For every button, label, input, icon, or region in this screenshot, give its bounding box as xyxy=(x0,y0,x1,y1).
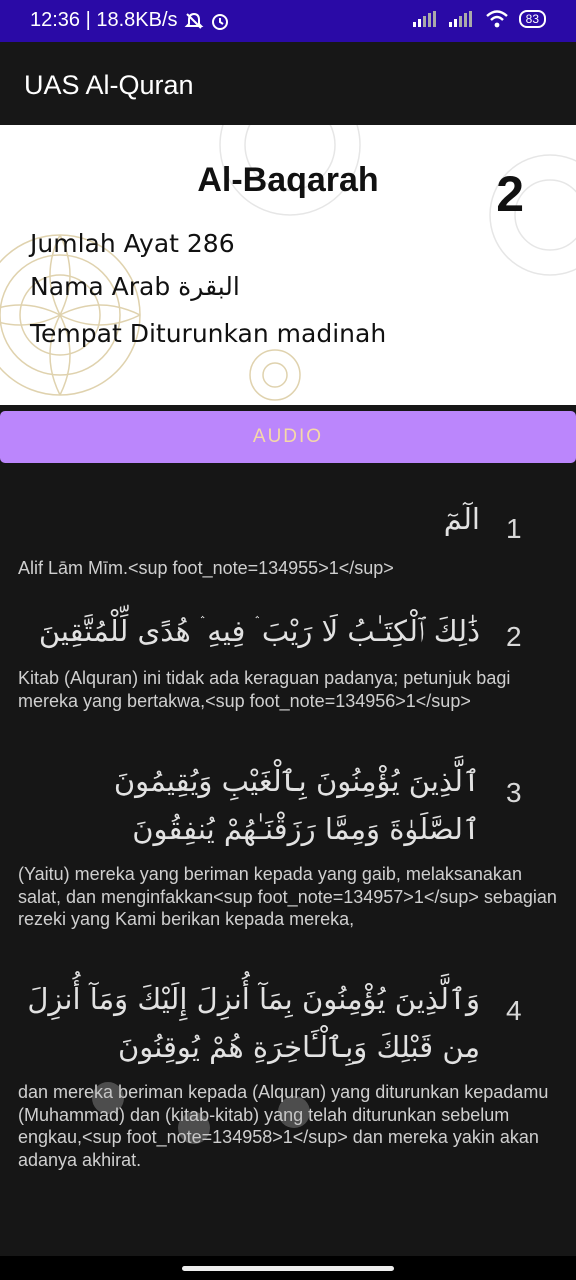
ayah-count-value: 286 xyxy=(186,229,235,258)
touch-indicator xyxy=(178,1112,210,1144)
home-gesture-handle[interactable] xyxy=(182,1266,394,1271)
app-bar: UAS Al-Quran xyxy=(0,42,576,125)
navigation-bar xyxy=(0,1256,576,1280)
ayah-number: 3 xyxy=(506,777,522,808)
ayah-number: 1 xyxy=(506,513,522,544)
mute-icon xyxy=(184,11,204,31)
arabic-name-line: Nama Arab البقرة xyxy=(30,272,240,301)
touch-indicator xyxy=(92,1082,124,1114)
battery-icon: 83 xyxy=(518,10,546,28)
ayah-arabic-text: وَٱلَّذِينَ يُؤْمِنُونَ بِمَآ أُنزِلَ إِ… xyxy=(27,982,480,1064)
ayah-translation: Kitab (Alquran) ini tidak ada keraguan p… xyxy=(18,668,511,711)
ayah-arabic-text: ذَٰلِكَ ٱلْكِتَـٰبُ لَا رَيْبَ ۛ فِيهِ ۛ… xyxy=(38,614,480,648)
arabic-name-value: البقرة xyxy=(178,272,240,301)
app-title: UAS Al-Quran xyxy=(24,70,194,100)
revelation-label: Tempat Diturunkan xyxy=(30,319,269,348)
wifi-icon xyxy=(485,10,509,28)
revelation-line: Tempat Diturunkan madinah xyxy=(30,319,386,348)
ayah-translation: (Yaitu) mereka yang beriman kepada yang … xyxy=(18,864,557,929)
ayah-number: 4 xyxy=(506,995,522,1026)
arabic-name-label: Nama Arab xyxy=(30,272,171,301)
ayah-number: 2 xyxy=(506,621,522,652)
signal-icon xyxy=(448,11,475,27)
alarm-icon xyxy=(210,11,230,31)
ayah-translation: Alif Lām Mīm.<sup foot_note=134955>1</su… xyxy=(18,558,394,578)
revelation-value: madinah xyxy=(276,319,387,348)
status-time: 12:36 | 18.8KB/s xyxy=(30,9,178,31)
signal-icon xyxy=(412,11,439,27)
ayah-count-label: Jumlah Ayat xyxy=(30,229,179,258)
audio-button[interactable]: AUDIO xyxy=(0,411,576,463)
surah-header-card: Al-Baqarah 2 Jumlah Ayat 286 Nama Arab ا… xyxy=(0,125,576,405)
ayah-arabic-text: الٓمٓ xyxy=(443,502,480,536)
floral-ornament-decoration xyxy=(489,154,576,276)
ayah-count-line: Jumlah Ayat 286 xyxy=(30,229,235,258)
surah-name: Al-Baqarah xyxy=(197,161,379,199)
surah-number: 2 xyxy=(496,166,524,222)
ayah-arabic-text: ٱلَّذِينَ يُؤْمِنُونَ بِٱلْغَيْبِ وَيُقِ… xyxy=(113,764,480,846)
status-bar: 12:36 | 18.8KB/s 83 xyxy=(0,0,576,42)
touch-indicator xyxy=(278,1096,310,1128)
